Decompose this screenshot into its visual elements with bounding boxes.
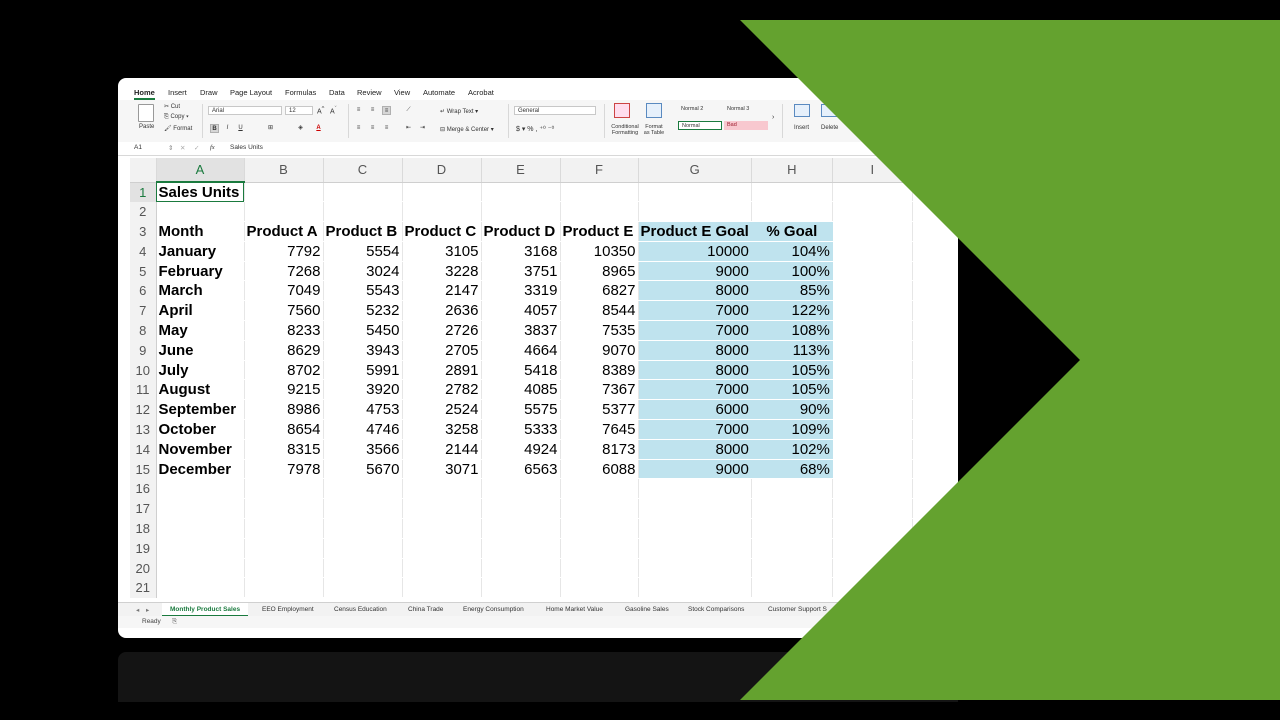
green-chevron-shape	[740, 20, 1280, 700]
green-chevron-banner	[740, 20, 1280, 700]
